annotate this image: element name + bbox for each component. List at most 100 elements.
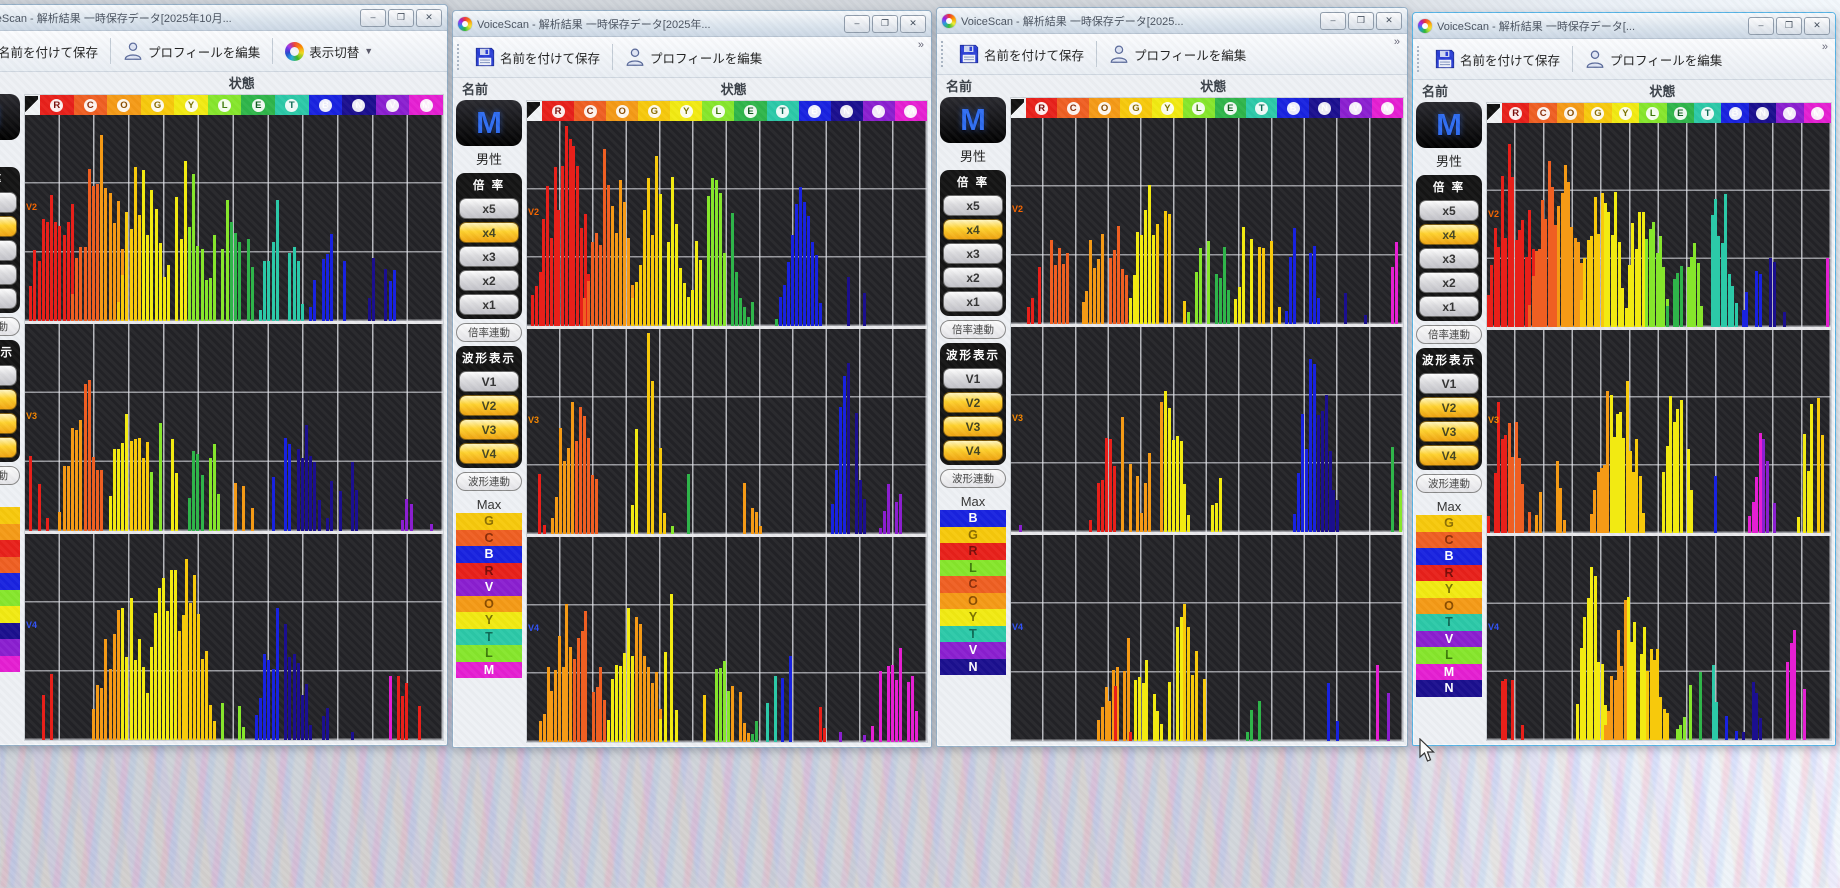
spectrum-bar bbox=[731, 213, 734, 326]
scale-link-button[interactable]: 倍率連動 bbox=[940, 320, 1006, 339]
waveform-button-V1[interactable]: V1 bbox=[943, 368, 1003, 389]
maximize-button[interactable]: ❐ bbox=[1348, 12, 1374, 30]
spectrum-bar bbox=[1297, 473, 1300, 532]
toolbar-grip[interactable] bbox=[941, 41, 947, 67]
edit-profile-button[interactable]: プロフィールを編集 bbox=[1103, 40, 1252, 68]
waveform-button-V1[interactable]: V1 bbox=[1419, 373, 1479, 394]
scale-button-x4[interactable]: x4 bbox=[459, 222, 519, 243]
waveform-button-V4[interactable]: V4 bbox=[459, 443, 519, 464]
waveform-button-V1[interactable]: V1 bbox=[459, 371, 519, 392]
toolbar-overflow-chevron[interactable]: » bbox=[1819, 41, 1831, 53]
waveform-button-V3[interactable]: V3 bbox=[943, 416, 1003, 437]
spectrum-bar bbox=[1062, 264, 1065, 324]
waveform-button-V1[interactable]: V1 bbox=[0, 365, 17, 386]
waveform-link-button[interactable]: 波形連動 bbox=[1416, 474, 1482, 493]
close-button[interactable]: ✕ bbox=[1376, 12, 1402, 30]
spectrum-bar bbox=[1187, 515, 1190, 533]
minimize-button[interactable]: – bbox=[1320, 12, 1346, 30]
toolbar-separator bbox=[1572, 46, 1573, 72]
minimize-button[interactable]: – bbox=[844, 15, 870, 33]
spectrum-bar bbox=[38, 261, 41, 321]
toolbar-grip[interactable] bbox=[457, 44, 463, 70]
scale-button-x3[interactable]: x3 bbox=[943, 243, 1003, 264]
maximize-button[interactable]: ❐ bbox=[1776, 17, 1802, 35]
scale-button-x1[interactable]: x1 bbox=[943, 291, 1003, 312]
waveform-button-V4[interactable]: V4 bbox=[1419, 445, 1479, 466]
maximize-button[interactable]: ❐ bbox=[388, 9, 414, 27]
waveform-button-V2[interactable]: V2 bbox=[0, 389, 17, 410]
spectrum-bar bbox=[603, 700, 606, 742]
save-as-button[interactable]: 名前を付けて保存 bbox=[469, 43, 606, 71]
edit-profile-button[interactable]: プロフィールを編集 bbox=[117, 37, 266, 65]
view-toggle-button[interactable]: 表示切替 ▼ bbox=[279, 38, 379, 65]
edit-profile-button[interactable]: プロフィールを編集 bbox=[619, 43, 768, 71]
close-button[interactable]: ✕ bbox=[900, 15, 926, 33]
scale-button-x1[interactable]: x1 bbox=[459, 294, 519, 315]
titlebar[interactable]: VoiceScan - 解析結果 一時保存データ[2025年... – ❐ ✕ bbox=[453, 11, 931, 37]
scale-button-x2[interactable]: x2 bbox=[943, 267, 1003, 288]
scale-button-x4[interactable]: x4 bbox=[1419, 224, 1479, 245]
close-button[interactable]: ✕ bbox=[416, 9, 442, 27]
titlebar[interactable]: VoiceScan - 解析結果 一時保存データ[2025... – ❐ ✕ bbox=[937, 8, 1407, 34]
scale-button-x4[interactable]: x4 bbox=[0, 216, 17, 237]
spectrum-bar bbox=[384, 269, 387, 321]
corner-marker-icon bbox=[1487, 104, 1500, 122]
waveform-button-V3[interactable]: V3 bbox=[459, 419, 519, 440]
waveform-button-V4[interactable]: V4 bbox=[943, 440, 1003, 461]
scale-link-button[interactable]: 倍率連動 bbox=[456, 323, 522, 342]
spectrum-bar bbox=[1539, 492, 1542, 534]
minimize-button[interactable]: – bbox=[1748, 17, 1774, 35]
save-as-button[interactable]: 名前を付けて保存 bbox=[953, 40, 1090, 68]
scale-button-x1[interactable]: x1 bbox=[0, 288, 17, 309]
minimize-button[interactable]: – bbox=[360, 9, 386, 27]
toolbar-overflow-chevron[interactable]: » bbox=[915, 39, 927, 51]
scale-button-x5[interactable]: x5 bbox=[943, 195, 1003, 216]
waveform-link-button[interactable]: 波形連動 bbox=[0, 466, 20, 485]
close-button[interactable]: ✕ bbox=[1804, 17, 1830, 35]
spectrum-bar bbox=[410, 504, 413, 531]
scale-button-x2[interactable]: x2 bbox=[1419, 272, 1479, 293]
edit-profile-button[interactable]: プロフィールを編集 bbox=[1579, 45, 1728, 73]
waveform-button-V2[interactable]: V2 bbox=[1419, 397, 1479, 418]
toolbar-separator bbox=[1096, 41, 1097, 67]
scale-button-x1[interactable]: x1 bbox=[1419, 296, 1479, 317]
scale-button-x4[interactable]: x4 bbox=[943, 219, 1003, 240]
maximize-button[interactable]: ❐ bbox=[872, 15, 898, 33]
spectrum-bar bbox=[142, 705, 145, 740]
spectrum-bar bbox=[1227, 290, 1230, 323]
save-as-button[interactable]: 名前を付けて保存 bbox=[1429, 45, 1566, 73]
waveform-link-button[interactable]: 波形連動 bbox=[940, 469, 1006, 488]
titlebar[interactable]: VoiceScan - 解析結果 一時保存データ[2025年10月... – ❐… bbox=[0, 5, 447, 31]
waveform-button-V2[interactable]: V2 bbox=[943, 392, 1003, 413]
scale-button-x5[interactable]: x5 bbox=[0, 192, 17, 213]
spectrum-bar bbox=[751, 508, 754, 534]
toolbar-grip[interactable] bbox=[1417, 46, 1423, 72]
spectrum-bar bbox=[75, 258, 78, 321]
scale-button-x5[interactable]: x5 bbox=[1419, 200, 1479, 221]
waveform-button-V3[interactable]: V3 bbox=[1419, 421, 1479, 442]
scale-button-x3[interactable]: x3 bbox=[0, 240, 17, 261]
toolbar-overflow-chevron[interactable]: » bbox=[1391, 36, 1403, 48]
chart-area: RCOGYLETBNVM V2V3V4 bbox=[1010, 97, 1404, 742]
scale-button-x3[interactable]: x3 bbox=[459, 246, 519, 267]
spectrum-bar bbox=[739, 298, 742, 326]
scale-button-x2[interactable]: x2 bbox=[0, 264, 17, 285]
scale-panel-header: 倍 率 bbox=[459, 176, 519, 195]
chip-letter: M bbox=[1811, 107, 1824, 120]
spectrum-bar bbox=[623, 202, 626, 326]
save-as-button[interactable]: 名前を付けて保存 bbox=[0, 37, 104, 65]
waveform-button-V3[interactable]: V3 bbox=[0, 413, 17, 434]
waveform-button-V4[interactable]: V4 bbox=[0, 437, 17, 458]
waveform-button-V2[interactable]: V2 bbox=[459, 395, 519, 416]
waveform-link-button[interactable]: 波形連動 bbox=[456, 472, 522, 491]
scale-button-x5[interactable]: x5 bbox=[459, 198, 519, 219]
scale-button-x2[interactable]: x2 bbox=[459, 270, 519, 291]
scale-button-x3[interactable]: x3 bbox=[1419, 248, 1479, 269]
scale-link-button[interactable]: 倍率連動 bbox=[0, 317, 20, 336]
spectrum-bar bbox=[1089, 240, 1092, 324]
scale-panel: 倍 率 x5x4x3x2x1 bbox=[0, 167, 20, 313]
titlebar[interactable]: VoiceScan - 解析結果 一時保存データ[... – ❐ ✕ bbox=[1413, 13, 1835, 39]
voicescan-window: VoiceScan - 解析結果 一時保存データ[2025年... – ❐ ✕ … bbox=[452, 10, 932, 748]
scale-link-button[interactable]: 倍率連動 bbox=[1416, 325, 1482, 344]
max-legend-chip-T: T bbox=[456, 629, 522, 646]
